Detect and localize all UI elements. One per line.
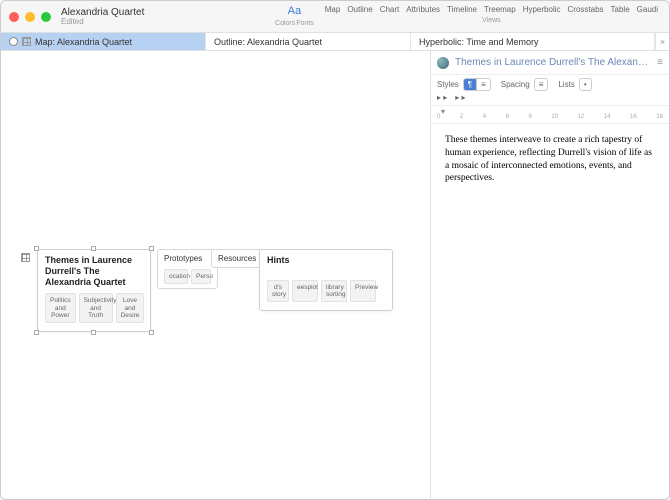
- indent-control-icon[interactable]: ▸ ▸: [455, 93, 465, 102]
- child-note[interactable]: library sorting: [321, 280, 347, 302]
- note-hints[interactable]: Hints d's story eesplot library sorting …: [259, 249, 393, 311]
- tab-map[interactable]: Map: Alexandria Quartet: [1, 33, 206, 50]
- map-icon: [22, 37, 31, 46]
- view-attributes[interactable]: Attributes: [403, 3, 443, 16]
- ruler-mark: 16: [630, 114, 637, 120]
- note-title: Themes in Laurence Durrell's The Alexand…: [45, 255, 143, 287]
- ruler[interactable]: ▾ 0 2 4 6 8 10 12 14 16 18: [431, 106, 669, 124]
- resize-handle[interactable]: [149, 330, 154, 335]
- zoom-window-button[interactable]: [41, 12, 51, 22]
- text-tools-segment: Aa Colors Fonts: [275, 3, 314, 27]
- app-window: Alexandria Quartet Edited Aa Colors Font…: [0, 0, 670, 500]
- view-table[interactable]: Table: [608, 3, 633, 16]
- view-chart[interactable]: Chart: [377, 3, 403, 16]
- text-pane: Themes in Laurence Durrell's The Alexand…: [431, 51, 669, 499]
- view-hyperbolic[interactable]: Hyperbolic: [520, 3, 564, 16]
- note-title: Prototypes: [164, 254, 202, 263]
- ruler-mark: 18: [656, 114, 663, 120]
- note-themes[interactable]: Themes in Laurence Durrell's The Alexand…: [37, 249, 151, 332]
- view-outline[interactable]: Outline: [344, 3, 375, 16]
- spacing-label: Spacing: [501, 80, 530, 89]
- tab-close-button[interactable]: ×: [655, 33, 669, 50]
- text-pane-header: Themes in Laurence Durrell's The Alexand…: [431, 51, 669, 75]
- colors-label[interactable]: Colors: [275, 20, 295, 27]
- note-resources[interactable]: Resources: [211, 249, 263, 268]
- text-pane-menu-icon[interactable]: ≡: [657, 57, 663, 68]
- ruler-mark: 12: [578, 114, 585, 120]
- tab-outline[interactable]: Outline: Alexandria Quartet: [206, 33, 411, 50]
- format-bar: Styles ¶≡ Spacing ≡ Lists • ▸ ▸ ▸ ▸: [431, 75, 669, 106]
- content-area: Themes in Laurence Durrell's The Alexand…: [1, 51, 669, 499]
- tab-close-icon[interactable]: [9, 37, 18, 46]
- grid-icon: [21, 253, 30, 262]
- tab-bar: Map: Alexandria Quartet Outline: Alexand…: [1, 33, 669, 51]
- child-note[interactable]: d's story: [267, 280, 289, 302]
- ruler-mark: 4: [483, 114, 486, 120]
- resize-handle[interactable]: [91, 246, 96, 251]
- view-timeline[interactable]: Timeline: [444, 3, 480, 16]
- note-prototypes[interactable]: Prototypes ocation Perso: [157, 249, 218, 289]
- close-window-button[interactable]: [9, 12, 19, 22]
- views-segment: Map Outline Chart Attributes Timeline Tr…: [322, 3, 661, 24]
- map-view[interactable]: Themes in Laurence Durrell's The Alexand…: [1, 51, 431, 499]
- fonts-label[interactable]: Fonts: [296, 20, 314, 27]
- text-body[interactable]: These themes interweave to create a rich…: [431, 124, 669, 499]
- fonts-button[interactable]: Aa: [285, 3, 304, 19]
- tab-hyperbolic[interactable]: Hyperbolic: Time and Memory: [411, 33, 655, 50]
- resize-handle[interactable]: [149, 246, 154, 251]
- note-title: Hints: [267, 255, 385, 266]
- child-note[interactable]: ocation: [164, 269, 188, 284]
- traffic-lights: [9, 12, 51, 22]
- minimize-window-button[interactable]: [25, 12, 35, 22]
- child-note[interactable]: Preview: [350, 280, 376, 302]
- globe-icon: [437, 57, 449, 69]
- ruler-mark: 14: [604, 114, 611, 120]
- tab-label: Map: Alexandria Quartet: [35, 37, 132, 47]
- lists-segment[interactable]: •: [579, 78, 592, 91]
- ruler-mark: 6: [506, 114, 509, 120]
- ruler-mark: 2: [460, 114, 463, 120]
- indent-control-icon[interactable]: ▸ ▸: [437, 93, 447, 102]
- resize-handle[interactable]: [34, 246, 39, 251]
- lists-label: Lists: [558, 80, 574, 89]
- view-crosstabs[interactable]: Crosstabs: [565, 3, 607, 16]
- child-note[interactable]: Love and Desire: [116, 293, 145, 322]
- titlebar: Alexandria Quartet Edited Aa Colors Font…: [1, 1, 669, 33]
- window-title: Alexandria Quartet: [61, 7, 144, 18]
- tab-label: Outline: Alexandria Quartet: [214, 37, 322, 47]
- child-note[interactable]: Perso: [191, 269, 211, 284]
- ruler-mark: 8: [529, 114, 532, 120]
- view-map[interactable]: Map: [322, 3, 344, 16]
- spacing-segment[interactable]: ≡: [534, 78, 549, 91]
- views-label: Views: [482, 17, 501, 24]
- view-treemap[interactable]: Treemap: [481, 3, 519, 16]
- window-subtitle: Edited: [61, 18, 144, 27]
- resize-handle[interactable]: [34, 330, 39, 335]
- note-title: Resources: [218, 254, 256, 263]
- window-title-area: Alexandria Quartet Edited: [61, 7, 144, 27]
- styles-label: Styles: [437, 80, 459, 89]
- resize-handle[interactable]: [91, 330, 96, 335]
- child-note[interactable]: Politics and Power: [45, 293, 76, 322]
- text-pane-title: Themes in Laurence Durrell's The Alexand…: [455, 57, 651, 68]
- child-note[interactable]: Subjectivity and Truth: [79, 293, 113, 322]
- view-gaudi[interactable]: Gaudi: [634, 3, 661, 16]
- styles-segment[interactable]: ¶≡: [463, 78, 491, 91]
- ruler-mark: 10: [551, 114, 558, 120]
- child-note[interactable]: eesplot: [292, 280, 318, 302]
- ruler-mark: 0: [437, 114, 440, 120]
- toolbar: Aa Colors Fonts Map Outline Chart Attrib…: [269, 3, 661, 27]
- tab-label: Hyperbolic: Time and Memory: [419, 37, 539, 47]
